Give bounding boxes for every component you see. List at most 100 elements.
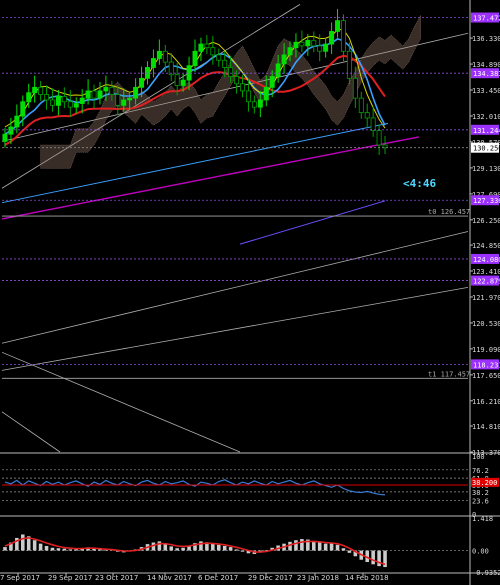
hist-bar [175, 548, 179, 551]
candle-body [376, 130, 382, 146]
hist-bar [294, 540, 298, 551]
price-tick-label: 124.850 [472, 242, 500, 250]
hist-bar [341, 548, 346, 551]
candle-body [293, 41, 299, 49]
hist-bar [317, 542, 322, 551]
hist-bar [323, 543, 328, 551]
date-tick-label: 6 Dec 2017 [198, 574, 238, 582]
price-tick-label: 121.970 [472, 294, 500, 302]
candle-body [275, 63, 281, 77]
candle-body [139, 77, 145, 88]
hist-bar [335, 544, 340, 551]
hist-bar [371, 550, 375, 565]
osc-tick-label: 38.2 [472, 489, 489, 497]
moving-averages [1, 29, 420, 245]
trend-line [1, 411, 61, 453]
hist-bar [300, 539, 304, 551]
candle-body [180, 79, 186, 86]
hist-bar [329, 543, 334, 551]
hist-bar [199, 541, 203, 551]
price-tick-label: 117.650 [472, 372, 500, 380]
price-badge-label: 118.231 [473, 361, 500, 369]
candle-body [245, 90, 251, 103]
candle-body [109, 86, 115, 95]
candle-body [198, 43, 204, 52]
hist-bar [157, 541, 162, 551]
grid-layer [0, 0, 500, 585]
price-badge-label: 124.080 [473, 256, 500, 264]
price-tick-label: 119.090 [472, 346, 500, 354]
price-tick-label: 134.890 [472, 61, 500, 69]
price-tick-label: 113.370 [472, 449, 500, 457]
histogram-panel: 1.418 0.00 -0.9352 [2, 515, 500, 577]
hist-bar [216, 544, 221, 551]
candle-body [67, 101, 73, 108]
price-badge-label: 130.250 [473, 145, 500, 153]
hist-bar [181, 547, 185, 551]
candle-body [257, 99, 263, 108]
price-badge-label: 122.879 [473, 278, 500, 286]
osc-value-label: 38.200 [472, 479, 497, 487]
candle-body [317, 45, 323, 52]
candle-body [20, 101, 26, 117]
candle-body [192, 50, 198, 67]
candle-body [97, 90, 103, 99]
horizontal-level-label: t0 126.457 [428, 208, 470, 216]
hist-bar [228, 547, 233, 551]
hist-bar [44, 545, 49, 551]
price-tick-label: 126.250 [472, 217, 500, 225]
candle-body [323, 43, 329, 52]
candle-body [311, 40, 317, 47]
hist-bar [347, 550, 352, 553]
candle-body [364, 112, 370, 119]
candle-body [287, 47, 293, 56]
ma-purple-line [239, 200, 386, 245]
candle-body [174, 74, 180, 86]
candle-body [216, 54, 222, 61]
hist-bar [3, 547, 7, 551]
date-tick-label: 23 Jan 2018 [297, 574, 339, 582]
candle-body [352, 77, 358, 99]
candle-body [234, 76, 240, 85]
hist-tick-label: 1.418 [472, 515, 493, 523]
price-tick-label: 114.810 [472, 423, 500, 431]
candle-body [115, 94, 121, 106]
hist-bar [222, 545, 227, 551]
chart-canvas: t0 126.457 t1 117.457 10076.261.850.038.2… [0, 0, 500, 585]
hist-bar [234, 549, 239, 551]
candle-body [2, 133, 8, 142]
candle-body [335, 20, 341, 32]
horizontal-level-label: t1 117.457 [428, 370, 470, 378]
trading-chart: t0 126.457 t1 117.457 10076.261.850.038.2… [0, 0, 500, 585]
hist-bar [50, 547, 55, 551]
candle-body [299, 41, 305, 47]
hist-bar [311, 540, 316, 551]
bar-countdown-label: <4:46 [403, 177, 436, 190]
candle-body [32, 86, 38, 94]
candle-body [263, 86, 269, 101]
hist-bar [211, 543, 215, 551]
candle-body [121, 99, 127, 106]
date-tick-label: 23 Oct 2017 [95, 574, 138, 582]
price-tick-label: 136.330 [472, 35, 500, 43]
candle-body [14, 115, 20, 128]
oscillator-panel: 10076.261.850.038.223.6038.200 [2, 453, 499, 519]
hist-bar [32, 540, 37, 551]
candle-body [150, 58, 156, 68]
trend-line [1, 231, 469, 344]
hist-bar [68, 549, 73, 551]
hist-bar [62, 548, 67, 551]
date-tick-label: 29 Dec 2017 [248, 574, 293, 582]
hist-bar [21, 534, 25, 551]
candle-body [61, 95, 67, 103]
candle-body [133, 86, 139, 99]
price-tick-label: 129.130 [472, 165, 500, 173]
price-badge-label: 131.244 [473, 127, 500, 135]
candle-body [269, 76, 275, 88]
candle-body [156, 50, 162, 59]
candle-body [228, 67, 234, 77]
candle-body [38, 86, 44, 95]
hist-bar [377, 550, 381, 567]
price-tick-label: 116.210 [472, 398, 500, 406]
hist-tick-label: -0.9352 [472, 569, 500, 577]
